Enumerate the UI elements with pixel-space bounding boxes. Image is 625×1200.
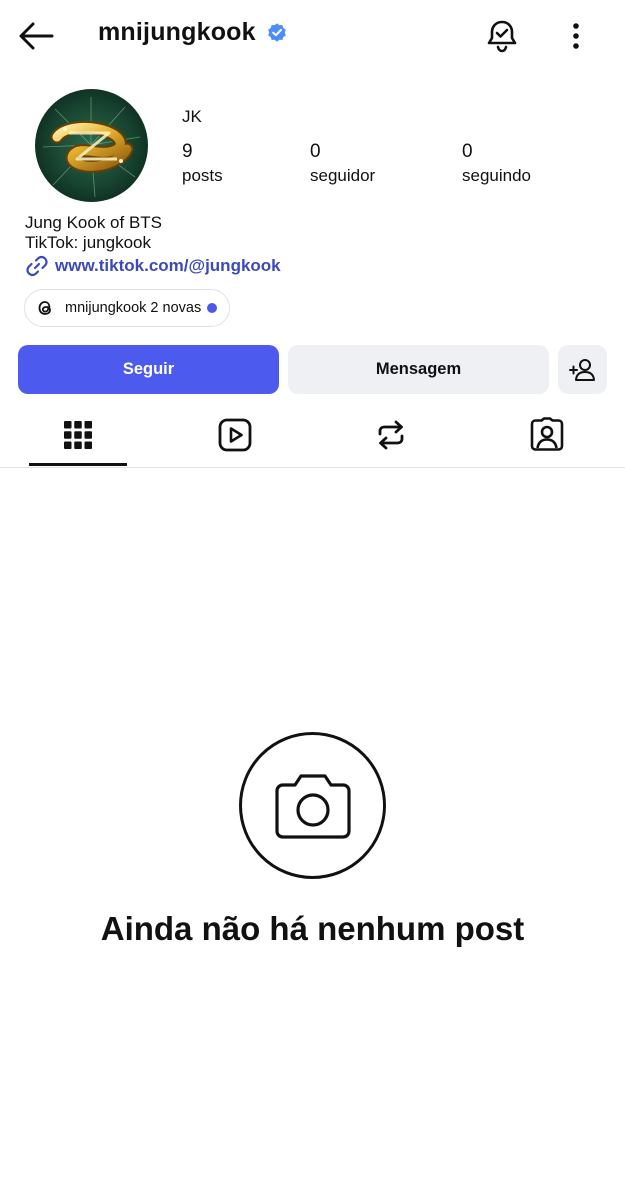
- empty-state-icon-circle: [239, 732, 386, 879]
- threads-icon: [35, 298, 55, 318]
- stat-posts-count: 9: [182, 141, 193, 162]
- camera-icon: [274, 773, 351, 839]
- bio-line: Jung Kook of BTS: [25, 213, 163, 232]
- stat-followers-count: 0: [310, 141, 321, 162]
- verified-badge-icon: [266, 22, 288, 44]
- suggested-users-button[interactable]: [558, 345, 607, 394]
- bio: Jung Kook of BTS TikTok: jungkook: [25, 213, 162, 253]
- follow-button[interactable]: Seguir: [18, 345, 279, 394]
- stat-followers-label: seguidor: [310, 166, 376, 185]
- username-text: mnijungkook: [98, 18, 256, 46]
- display-name: JK: [182, 107, 202, 126]
- tagged-user-icon: [530, 417, 564, 451]
- stat-following-label: seguindo: [462, 166, 532, 185]
- notifications-button[interactable]: [482, 16, 522, 56]
- top-bar: mnijungkook: [0, 0, 625, 72]
- reels-icon: [218, 418, 252, 452]
- profile-username: mnijungkook: [98, 18, 288, 47]
- tab-reels[interactable]: [186, 404, 284, 466]
- bio-link[interactable]: www.tiktok.com/@jungkook: [25, 254, 281, 278]
- arrow-left-icon: [19, 22, 54, 50]
- back-button[interactable]: [16, 18, 56, 54]
- bio-line: TikTok: jungkook: [25, 233, 151, 252]
- stat-posts-label: posts: [182, 166, 223, 185]
- active-tab-indicator: [29, 463, 127, 466]
- tab-posts-grid[interactable]: [29, 404, 127, 466]
- threads-chip[interactable]: mnijungkook 2 novas: [24, 289, 231, 327]
- repost-icon: [378, 420, 404, 450]
- tab-tagged[interactable]: [498, 404, 596, 466]
- threads-chip-label: mnijungkook 2 novas: [65, 300, 202, 316]
- tab-reposts[interactable]: [342, 404, 440, 466]
- gold-logo-avatar-icon: [35, 89, 148, 202]
- profile-page: mnijungkook JK 9 posts 0 seguidor 0 segu…: [0, 0, 625, 1200]
- bio-link-text: www.tiktok.com/@jungkook: [55, 256, 281, 275]
- link-icon: [25, 254, 49, 278]
- more-vertical-icon: [573, 23, 579, 49]
- empty-state-title: Ainda não há nenhum post: [100, 910, 525, 947]
- stat-following[interactable]: 0 seguindo: [462, 141, 531, 187]
- bell-check-icon: [487, 20, 517, 53]
- message-button[interactable]: Mensagem: [288, 345, 549, 394]
- grid-icon: [64, 421, 92, 449]
- new-indicator-dot: [207, 303, 218, 313]
- more-options-button[interactable]: [560, 16, 592, 56]
- add-user-icon: [568, 358, 595, 381]
- profile-avatar[interactable]: [35, 89, 148, 202]
- stat-following-count: 0: [462, 141, 473, 162]
- stat-followers[interactable]: 0 seguidor: [310, 141, 375, 187]
- profile-tabs: [0, 404, 625, 468]
- stat-posts[interactable]: 9 posts: [182, 141, 223, 187]
